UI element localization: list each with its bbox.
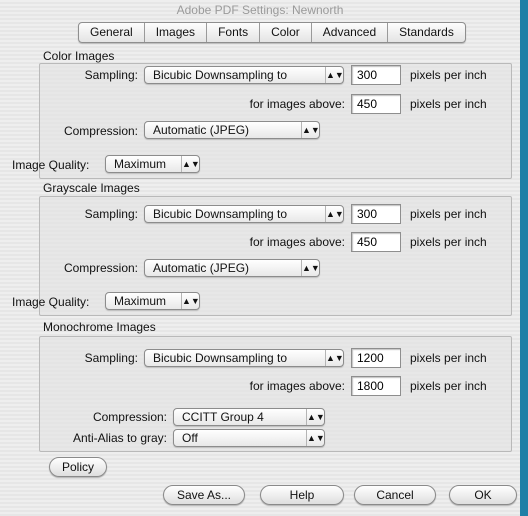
gray-compression-value: Automatic (JPEG) bbox=[153, 261, 250, 275]
mono-sampling-label: Sampling: bbox=[84, 351, 138, 365]
popup-arrows-icon: ▲▼ bbox=[301, 122, 320, 138]
color-resolution-unit: pixels per inch bbox=[410, 68, 487, 82]
popup-arrows-icon: ▲▼ bbox=[306, 430, 325, 446]
mono-antialias-popup[interactable]: Off ▲▼ bbox=[173, 429, 325, 447]
color-resolution-field[interactable] bbox=[351, 65, 401, 85]
mono-compression-value: CCITT Group 4 bbox=[182, 410, 264, 424]
monochrome-images-heading: Monochrome Images bbox=[43, 320, 156, 334]
cancel-button[interactable]: Cancel bbox=[354, 485, 436, 505]
gray-compression-label: Compression: bbox=[63, 261, 138, 275]
popup-arrows-icon: ▲▼ bbox=[325, 206, 344, 222]
tab-fonts[interactable]: Fonts bbox=[206, 23, 259, 42]
popup-arrows-icon: ▲▼ bbox=[301, 260, 320, 276]
color-compression-popup[interactable]: Automatic (JPEG) ▲▼ bbox=[144, 121, 320, 139]
gray-sampling-popup[interactable]: Bicubic Downsampling to ▲▼ bbox=[144, 205, 344, 223]
tab-standards[interactable]: Standards bbox=[387, 23, 465, 42]
grayscale-images-heading: Grayscale Images bbox=[43, 181, 140, 195]
tab-bar: General Images Fonts Color Advanced Stan… bbox=[78, 22, 466, 43]
color-compression-label: Compression: bbox=[63, 124, 138, 138]
gray-quality-label: Image Quality: bbox=[12, 295, 90, 309]
gray-compression-popup[interactable]: Automatic (JPEG) ▲▼ bbox=[144, 259, 320, 277]
help-button[interactable]: Help bbox=[260, 485, 344, 505]
settings-window: Adobe PDF Settings: Newnorth General Ima… bbox=[0, 0, 520, 516]
monochrome-images-group: Sampling: Bicubic Downsampling to ▲▼ pix… bbox=[39, 336, 512, 452]
color-sampling-popup[interactable]: Bicubic Downsampling to ▲▼ bbox=[144, 66, 344, 84]
popup-arrows-icon: ▲▼ bbox=[306, 409, 325, 425]
color-above-unit: pixels per inch bbox=[410, 97, 487, 111]
color-sampling-label: Sampling: bbox=[84, 68, 138, 82]
tab-advanced[interactable]: Advanced bbox=[310, 23, 387, 42]
mono-resolution-unit: pixels per inch bbox=[410, 351, 487, 365]
grayscale-images-group: Sampling: Bicubic Downsampling to ▲▼ pix… bbox=[12, 196, 512, 316]
color-images-heading: Color Images bbox=[43, 49, 115, 63]
mono-antialias-label: Anti-Alias to gray: bbox=[72, 431, 167, 445]
color-quality-label: Image Quality: bbox=[12, 158, 90, 172]
popup-arrows-icon: ▲▼ bbox=[181, 293, 200, 309]
popup-arrows-icon: ▲▼ bbox=[181, 156, 200, 172]
mono-above-field[interactable] bbox=[351, 376, 401, 396]
gray-sampling-label: Sampling: bbox=[84, 207, 138, 221]
gray-above-unit: pixels per inch bbox=[410, 235, 487, 249]
gray-resolution-field[interactable] bbox=[351, 204, 401, 224]
color-above-label: for images above: bbox=[249, 97, 345, 111]
mono-sampling-value: Bicubic Downsampling to bbox=[153, 351, 288, 365]
popup-arrows-icon: ▲▼ bbox=[325, 67, 344, 83]
popup-arrows-icon: ▲▼ bbox=[325, 350, 344, 366]
mono-above-unit: pixels per inch bbox=[410, 379, 487, 393]
tab-general[interactable]: General bbox=[79, 23, 144, 42]
mono-compression-popup[interactable]: CCITT Group 4 ▲▼ bbox=[173, 408, 325, 426]
color-above-field[interactable] bbox=[351, 94, 401, 114]
mono-compression-label: Compression: bbox=[92, 410, 167, 424]
mono-above-label: for images above: bbox=[249, 379, 345, 393]
mono-resolution-field[interactable] bbox=[351, 348, 401, 368]
gray-above-field[interactable] bbox=[351, 232, 401, 252]
color-sampling-value: Bicubic Downsampling to bbox=[153, 68, 288, 82]
tab-color[interactable]: Color bbox=[259, 23, 311, 42]
color-compression-value: Automatic (JPEG) bbox=[153, 123, 250, 137]
gray-resolution-unit: pixels per inch bbox=[410, 207, 487, 221]
window-title: Adobe PDF Settings: Newnorth bbox=[176, 3, 344, 17]
mono-antialias-value: Off bbox=[182, 431, 198, 445]
gray-quality-value: Maximum bbox=[114, 294, 167, 308]
save-as-button[interactable]: Save As... bbox=[163, 485, 245, 505]
color-quality-popup[interactable]: Maximum ▲▼ bbox=[105, 155, 200, 173]
color-images-group: Sampling: Bicubic Downsampling to ▲▼ pix… bbox=[12, 63, 512, 179]
policy-button[interactable]: Policy bbox=[49, 457, 107, 477]
gray-sampling-value: Bicubic Downsampling to bbox=[153, 207, 288, 221]
color-quality-value: Maximum bbox=[114, 157, 167, 171]
gray-above-label: for images above: bbox=[249, 235, 345, 249]
mono-sampling-popup[interactable]: Bicubic Downsampling to ▲▼ bbox=[144, 349, 344, 367]
tab-images[interactable]: Images bbox=[143, 23, 206, 42]
gray-quality-popup[interactable]: Maximum ▲▼ bbox=[105, 292, 200, 310]
ok-button[interactable]: OK bbox=[449, 485, 517, 505]
